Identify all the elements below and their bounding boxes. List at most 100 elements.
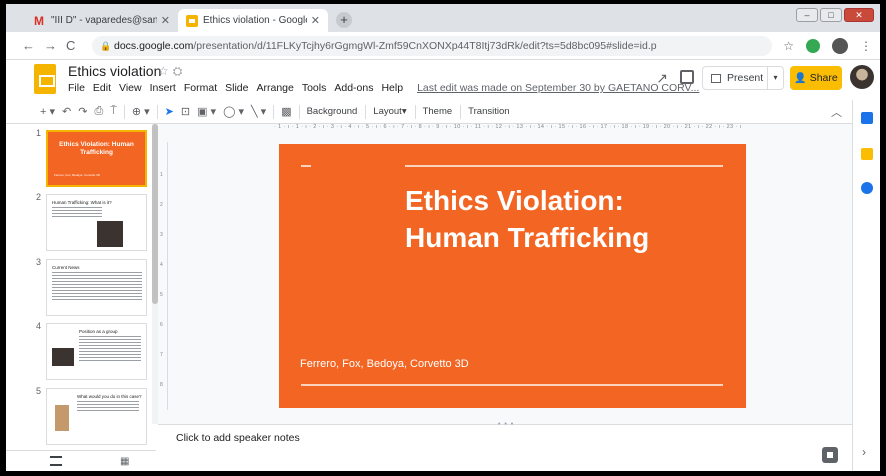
slide-thumbnail[interactable]: Position as a group (46, 323, 147, 380)
slide-thumbnail[interactable]: Human Trafficking: What is it? (46, 194, 147, 251)
slide-filmstrip: 1 Ethics Violation: Human Trafficking Fe… (6, 124, 156, 450)
image-icon[interactable]: ▣ ▾ (197, 105, 216, 118)
filmstrip-slide-2[interactable]: 2 Human Trafficking: What is it? (6, 192, 152, 252)
close-window-button[interactable]: ✕ (844, 8, 874, 22)
gmail-icon: M (34, 13, 44, 28)
slide-number: 5 (36, 386, 42, 396)
grid-view-icon[interactable]: ▦ (120, 456, 129, 467)
tab-gmail[interactable]: M "III D" - vaparedes@santamaria.u ✕ (26, 9, 178, 32)
profile-avatar[interactable] (832, 38, 848, 54)
browser-menu-icon[interactable]: ⋮ (860, 39, 872, 53)
current-slide[interactable]: Ethics Violation: Human Trafficking Ferr… (279, 144, 746, 408)
notes-resize-handle[interactable]: • • • (498, 421, 514, 428)
share-label: Share (809, 72, 838, 84)
thumbnail-image (52, 348, 74, 366)
forward-icon[interactable]: → (44, 38, 57, 53)
toolbar-divider (365, 104, 367, 119)
thumbnail-image (55, 405, 69, 431)
share-button[interactable]: 👤 Share (790, 66, 842, 90)
thumbnail-image (97, 221, 123, 247)
select-cursor-icon[interactable]: ➤ (165, 105, 174, 118)
slides-icon (186, 14, 198, 27)
close-tab-icon[interactable]: ✕ (311, 14, 320, 27)
chevron-right-icon[interactable]: › (862, 445, 866, 459)
slide-title-line: Human Trafficking (405, 222, 650, 253)
minimize-button[interactable]: – (796, 8, 818, 22)
speaker-notes-placeholder[interactable]: Click to add speaker notes (176, 432, 300, 444)
browser-actions: ☆ ⋮ (783, 38, 872, 54)
thumbnail-text-lines (77, 401, 139, 413)
url-host: docs.google.com (114, 40, 194, 52)
url-path: /presentation/d/11FLKyTcjhy6rGgmgWl-Zmf5… (193, 40, 657, 52)
theme-button[interactable]: Theme (423, 106, 453, 117)
layout-button[interactable]: Layout▾ (373, 106, 406, 117)
activity-trend-icon[interactable]: ↗ (656, 70, 668, 87)
toolbar-divider (273, 104, 275, 119)
slide-number: 2 (36, 192, 42, 202)
reload-icon[interactable]: C (66, 38, 75, 53)
toolbar-divider (460, 104, 462, 119)
speaker-notes[interactable]: • • • Click to add speaker notes (158, 421, 852, 471)
account-avatar[interactable] (850, 65, 874, 89)
slide-number: 3 (36, 257, 42, 267)
browser-window: M "III D" - vaparedes@santamaria.u ✕ Eth… (6, 4, 880, 471)
bookmark-star-icon[interactable]: ☆ (783, 39, 794, 53)
thumbnail-title: Ethics Violation: Human Trafficking (59, 141, 134, 156)
background-button[interactable]: Background (307, 106, 358, 117)
zoom-icon[interactable]: ⊕ ▾ (132, 105, 150, 118)
editing-toolbar: + ▾ ↶ ↷ ⎙ ⍑ ⊕ ▾ ➤ ⊡ ▣ ▾ ◯ ▾ ╲ ▾ ▩ Backgr… (6, 100, 880, 124)
slide-subtitle[interactable]: Ferrero, Fox, Bedoya, Corvetto 3D (300, 358, 469, 370)
print-icon[interactable]: ⎙ (94, 105, 103, 118)
filmstrip-slide-3[interactable]: 3 Current News (6, 257, 152, 317)
thumbnail-text-lines (52, 207, 102, 219)
calendar-icon[interactable] (861, 112, 873, 124)
paint-format-icon[interactable]: ⍑ (110, 105, 117, 118)
present-button[interactable]: Present ▾ (702, 66, 784, 90)
slide-thumbnail[interactable]: Ethics Violation: Human Trafficking Ferr… (46, 130, 147, 187)
slide-number: 4 (36, 321, 42, 331)
back-icon[interactable]: ← (22, 38, 35, 53)
close-tab-icon[interactable]: ✕ (161, 14, 170, 27)
maximize-button[interactable]: □ (820, 8, 842, 22)
chevron-down-icon[interactable]: ▾ (767, 67, 783, 89)
redo-icon[interactable]: ↷ (78, 105, 87, 118)
undo-icon[interactable]: ↶ (62, 105, 71, 118)
tasks-icon[interactable] (861, 182, 873, 194)
filmstrip-view-icon[interactable] (50, 456, 62, 466)
address-bar-row: ← → C 🔒 docs.google.com/presentation/d/1… (6, 32, 880, 60)
text-box-icon[interactable]: ⊡ (181, 105, 190, 118)
filmstrip-slide-4[interactable]: 4 Position as a group (6, 321, 152, 381)
slide-title[interactable]: Ethics Violation: Human Trafficking (405, 182, 725, 256)
present-icon (711, 73, 721, 83)
transition-button[interactable]: Transition (468, 106, 509, 117)
add-comment-icon[interactable]: ▩ (281, 105, 291, 118)
slide-thumbnail[interactable]: What would you do in this case? (46, 388, 147, 445)
extension-icon[interactable] (806, 39, 820, 53)
thumbnail-text-lines (52, 272, 142, 302)
new-tab-button[interactable]: + (336, 12, 352, 28)
comment-icon[interactable] (680, 70, 694, 84)
tab-slides[interactable]: Ethics violation - Google Slides ✕ (178, 9, 328, 32)
tab-title: "III D" - vaparedes@santamaria.u (51, 15, 157, 26)
horizontal-ruler: · 1 · ı · 1 · ı · 2 · ı · 3 · ı · 4 · ı … (274, 124, 744, 130)
url-input[interactable]: 🔒 docs.google.com/presentation/d/11FLKyT… (92, 36, 772, 56)
collapse-menus-icon[interactable]: ︿ (831, 104, 842, 120)
keep-icon[interactable] (861, 148, 873, 160)
lock-icon: 🔒 (100, 41, 112, 51)
new-slide-icon[interactable]: + ▾ (40, 105, 55, 118)
toolbar-divider (298, 104, 300, 119)
docs-header: Ethics violation ☆⛭ File Edit View Inser… (6, 60, 880, 100)
filmstrip-view-toggles: ▦ (6, 450, 156, 471)
slide-number: 1 (36, 128, 42, 138)
thumbnail-subtitle: Ferrero, Fox, Bedoya, Corvetto 3D (54, 173, 101, 177)
shape-icon[interactable]: ◯ ▾ (223, 105, 244, 118)
line-icon[interactable]: ╲ ▾ (251, 105, 266, 118)
toolbar-divider (414, 104, 416, 119)
explore-icon[interactable] (822, 447, 838, 463)
filmstrip-slide-5[interactable]: 5 What would you do in this case? (6, 386, 152, 446)
slide-workspace: · 1 · ı · 1 · ı · 2 · ı · 3 · ı · 4 · ı … (158, 124, 852, 424)
window-controls: – □ ✕ (796, 8, 874, 22)
slide-thumbnail[interactable]: Current News (46, 259, 147, 316)
side-panel: › (852, 100, 880, 471)
filmstrip-slide-1[interactable]: 1 Ethics Violation: Human Trafficking Fe… (6, 128, 152, 188)
